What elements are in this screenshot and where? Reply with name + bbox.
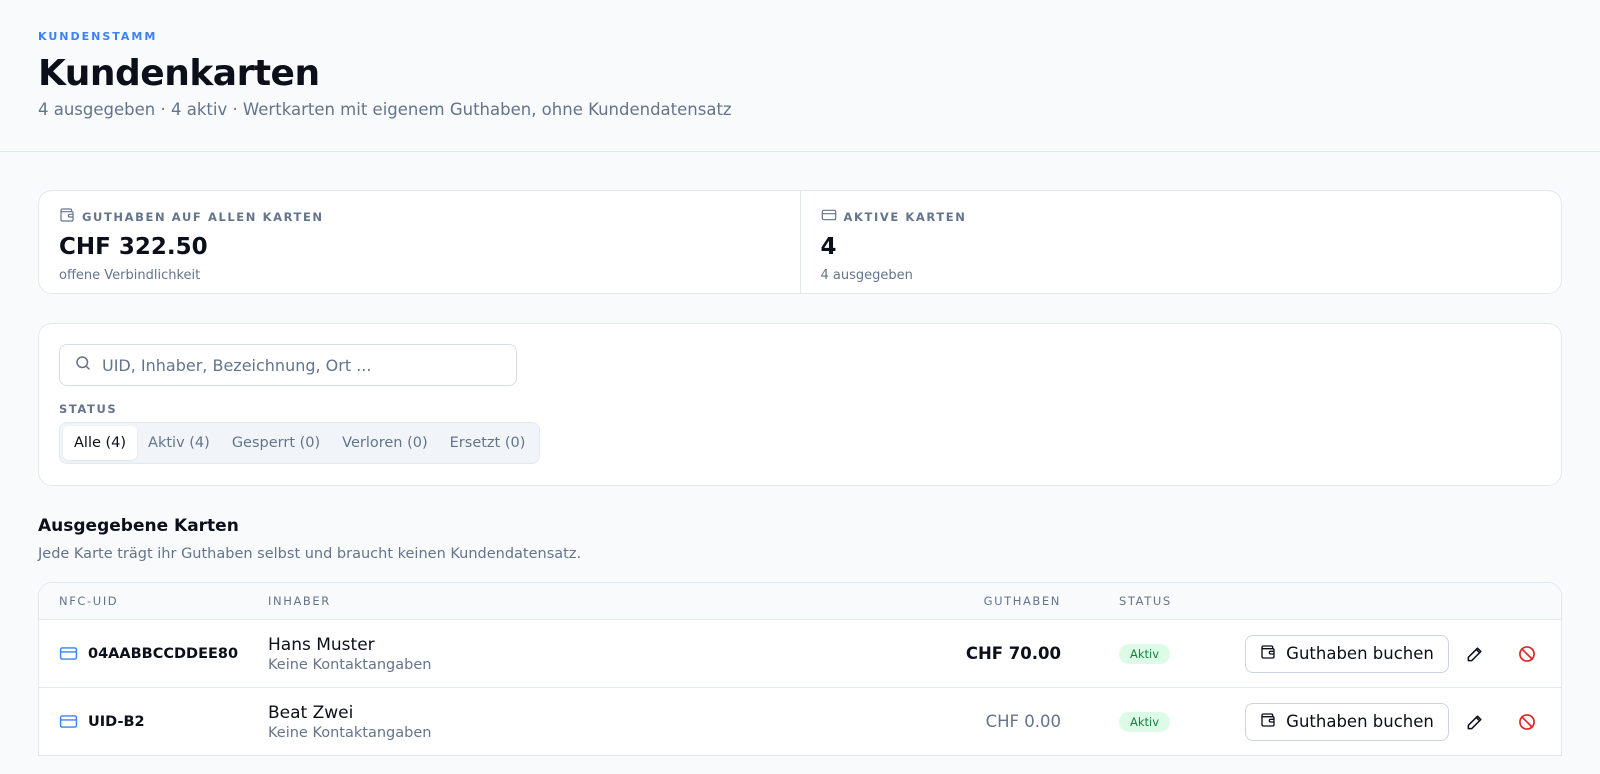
table-row[interactable]: 04AABBCCDDEE80 Hans Muster Keine Kontakt…: [39, 619, 1561, 687]
section-title: Ausgegebene Karten: [38, 516, 239, 536]
owner-name: Beat Zwei: [268, 702, 354, 723]
credit-card-icon: [821, 207, 837, 226]
wallet-icon: [59, 207, 75, 226]
book-balance-button[interactable]: Guthaben buchen: [1245, 634, 1449, 673]
book-balance-label: Guthaben buchen: [1286, 712, 1434, 731]
stat-label: GUTHABEN AUF ALLEN KARTEN: [82, 209, 324, 224]
stat-subtext: offene Verbindlichkeit: [59, 268, 201, 283]
stat-subtext: 4 ausgegeben: [820, 268, 913, 283]
column-header-owner[interactable]: INHABER: [268, 594, 881, 608]
stats-panel: GUTHABEN AUF ALLEN KARTEN CHF 322.50 off…: [38, 190, 1562, 294]
main-content: GUTHABEN AUF ALLEN KARTEN CHF 322.50 off…: [0, 152, 1600, 756]
stat-label: AKTIVE KARTEN: [843, 209, 967, 224]
page-subtitle: 4 ausgegeben · 4 aktiv · Wertkarten mit …: [38, 100, 732, 119]
search-box[interactable]: [59, 344, 517, 386]
stat-total-balance: GUTHABEN AUF ALLEN KARTEN CHF 322.50 off…: [39, 191, 800, 293]
page-title: Kundenkarten: [38, 53, 320, 94]
credit-card-icon: [59, 644, 78, 663]
book-balance-label: Guthaben buchen: [1286, 644, 1434, 663]
status-filter-all[interactable]: Alle (4): [63, 426, 138, 460]
status-filter-label: STATUS: [59, 402, 118, 416]
owner-contact: Keine Kontaktangaben: [268, 656, 432, 673]
page-eyebrow: KUNDENSTAMM: [38, 30, 158, 43]
credit-card-icon: [59, 712, 78, 731]
table-header: NFC-UID INHABER GUTHABEN STATUS: [39, 583, 1561, 619]
column-header-uid[interactable]: NFC-UID: [39, 594, 268, 608]
stat-active-cards: AKTIVE KARTEN 4 4 ausgegeben: [799, 191, 1562, 293]
search-input[interactable]: [102, 355, 502, 375]
status-filter-blocked[interactable]: Gesperrt (0): [221, 426, 331, 460]
status-badge: Aktiv: [1119, 644, 1171, 664]
stat-value: 4: [820, 234, 837, 260]
cards-table: NFC-UID INHABER GUTHABEN STATUS 04AABBCC…: [38, 582, 1562, 756]
page-header: KUNDENSTAMM Kundenkarten 4 ausgegeben · …: [0, 0, 1600, 152]
column-header-balance[interactable]: GUTHABEN: [881, 594, 1061, 608]
card-balance: CHF 0.00: [985, 712, 1061, 731]
wallet-icon: [1260, 644, 1276, 664]
owner-contact: Keine Kontaktangaben: [268, 724, 432, 741]
block-icon[interactable]: [1501, 703, 1553, 741]
owner-name: Hans Muster: [268, 634, 375, 655]
block-icon[interactable]: [1501, 635, 1553, 673]
book-balance-button[interactable]: Guthaben buchen: [1245, 702, 1449, 741]
card-balance: CHF 70.00: [965, 644, 1061, 663]
section-subtitle: Jede Karte trägt ihr Guthaben selbst und…: [38, 546, 582, 562]
status-filter-lost[interactable]: Verloren (0): [331, 426, 438, 460]
status-badge: Aktiv: [1119, 712, 1171, 732]
table-row[interactable]: UID-B2 Beat Zwei Keine Kontaktangaben CH…: [39, 687, 1561, 755]
edit-icon[interactable]: [1449, 635, 1501, 673]
stat-value: CHF 322.50: [59, 234, 208, 260]
card-uid: 04AABBCCDDEE80: [88, 645, 239, 662]
filter-panel: STATUS Alle (4) Aktiv (4) Gesperrt (0) V…: [38, 323, 1562, 486]
edit-icon[interactable]: [1449, 703, 1501, 741]
status-filter-replaced[interactable]: Ersetzt (0): [439, 426, 537, 460]
column-header-status[interactable]: STATUS: [1061, 594, 1237, 608]
card-uid: UID-B2: [88, 713, 145, 730]
status-filter: Alle (4) Aktiv (4) Gesperrt (0) Verloren…: [59, 422, 541, 464]
status-filter-active[interactable]: Aktiv (4): [137, 426, 221, 460]
search-icon: [74, 354, 92, 376]
wallet-icon: [1260, 712, 1276, 732]
